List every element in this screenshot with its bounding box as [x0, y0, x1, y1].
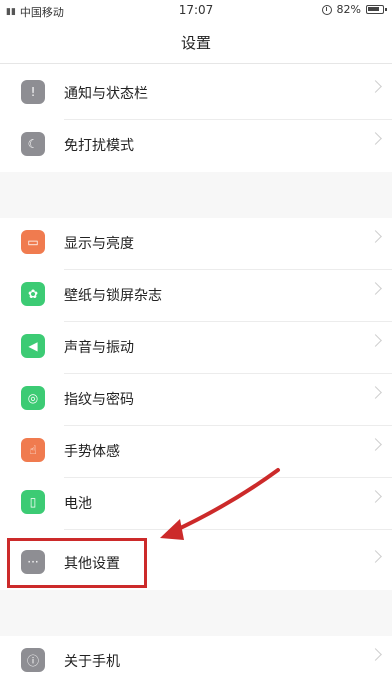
highlight-box: [7, 538, 147, 588]
section-spacer: [0, 172, 392, 218]
chevron-right-icon: [369, 438, 382, 451]
page-title: 设置: [180, 34, 211, 52]
settings-item-label: 电池: [64, 496, 92, 512]
settings-item-notifications[interactable]: ! 通知与状态栏: [0, 68, 392, 120]
status-right: 82%: [321, 3, 387, 16]
chevron-right-icon: [369, 282, 382, 295]
settings-item-label: 显示与亮度: [64, 236, 134, 252]
fingerprint-icon: ◎: [21, 386, 45, 410]
settings-item-sound[interactable]: ◀ 声音与振动: [0, 322, 392, 374]
settings-item-label: 声音与振动: [64, 340, 134, 356]
section-spacer: [0, 590, 392, 636]
notification-icon: !: [21, 80, 45, 104]
chevron-right-icon: [369, 230, 382, 243]
settings-item-gestures[interactable]: ☝ 手势体感: [0, 426, 392, 478]
chevron-right-icon: [369, 132, 382, 145]
title-divider: [0, 63, 392, 64]
chevron-right-icon: [369, 80, 382, 93]
gesture-icon: ☝: [21, 438, 45, 462]
settings-item-do-not-disturb[interactable]: ☾ 免打扰模式: [0, 120, 392, 172]
settings-item-label: 手势体感: [64, 444, 120, 460]
settings-screen: ▮▮ 中国移动 17:07 82% 设置 ! 通知与状态栏 ☾ 免打扰模式 ▭ …: [0, 0, 392, 685]
settings-item-battery[interactable]: ▯ 电池: [0, 478, 392, 530]
chevron-right-icon: [369, 386, 382, 399]
info-icon: ⓘ: [21, 648, 45, 672]
settings-item-fingerprint[interactable]: ◎ 指纹与密码: [0, 374, 392, 426]
settings-item-label: 通知与状态栏: [64, 86, 148, 102]
battery-icon: [366, 5, 387, 14]
display-icon: ▭: [21, 230, 45, 254]
settings-item-display[interactable]: ▭ 显示与亮度: [0, 218, 392, 270]
wallpaper-icon: ✿: [21, 282, 45, 306]
chevron-right-icon: [369, 550, 382, 563]
chevron-right-icon: [369, 648, 382, 661]
status-bar: ▮▮ 中国移动 17:07 82%: [0, 0, 392, 20]
chevron-right-icon: [369, 334, 382, 347]
settings-item-wallpaper[interactable]: ✿ 壁纸与锁屏杂志: [0, 270, 392, 322]
settings-item-label: 指纹与密码: [64, 392, 134, 408]
settings-item-label: 壁纸与锁屏杂志: [64, 288, 162, 304]
moon-icon: ☾: [21, 132, 45, 156]
settings-item-label: 关于手机: [64, 654, 120, 670]
battery-percentage: 82%: [336, 3, 361, 16]
alarm-icon: [321, 4, 332, 15]
row-divider: [64, 529, 392, 530]
settings-item-label: 免打扰模式: [64, 138, 134, 154]
sound-icon: ◀: [21, 334, 45, 358]
settings-item-about-phone[interactable]: ⓘ 关于手机: [0, 636, 392, 685]
chevron-right-icon: [369, 490, 382, 503]
battery-icon: ▯: [21, 490, 45, 514]
